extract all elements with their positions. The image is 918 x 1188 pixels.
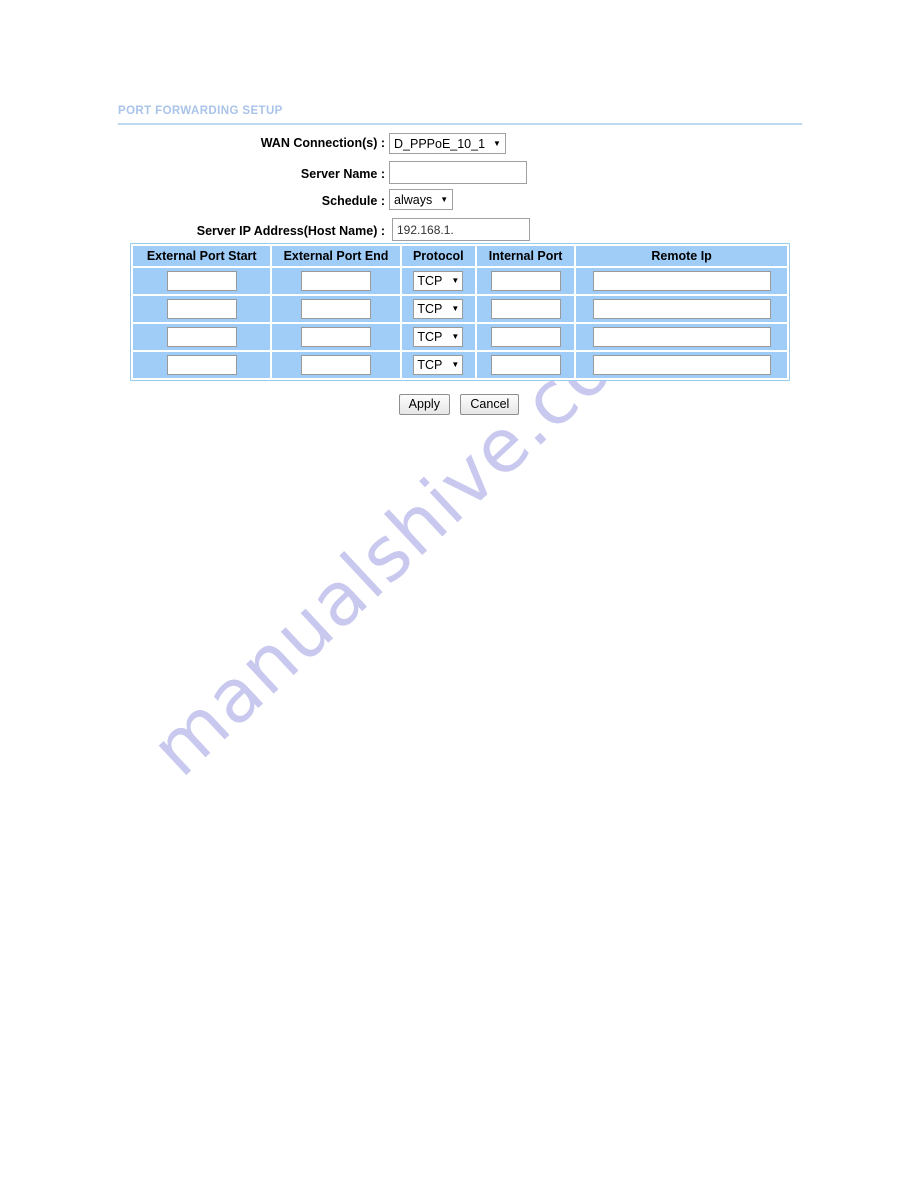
internal-port-input-4[interactable] [490, 355, 561, 375]
port-forwarding-page: PORT FORWARDING SETUP WAN Connection(s) … [0, 0, 918, 1188]
cell-remote-ip [576, 268, 787, 294]
cell-internal-port [477, 268, 575, 294]
internal-port-input-1[interactable] [490, 271, 561, 291]
cell-external-port-end [272, 296, 400, 322]
cell-external-port-start [133, 296, 271, 322]
cell-external-port-end [272, 324, 400, 350]
cell-protocol: TCP ▼ [401, 268, 476, 294]
cell-internal-port [477, 296, 575, 322]
external-port-start-input-3[interactable] [166, 327, 237, 347]
apply-button[interactable]: Apply [398, 394, 450, 415]
wan-connection-label: WAN Connection(s) : [260, 136, 385, 150]
table-row: TCP ▼ [133, 296, 787, 322]
form-row-server-name: Server Name : [0, 159, 918, 189]
column-header-remote-ip: Remote Ip [576, 246, 787, 266]
protocol-select-4[interactable]: TCP ▼ [413, 355, 464, 375]
remote-ip-input-3[interactable] [592, 327, 771, 347]
title-divider [118, 123, 802, 125]
page-title: PORT FORWARDING SETUP [118, 105, 283, 117]
internal-port-input-2[interactable] [490, 299, 561, 319]
chevron-down-icon: ▼ [493, 138, 501, 148]
server-name-control [389, 161, 527, 184]
form-row-server-ip: Server IP Address(Host Name) : [0, 216, 918, 246]
form-actions: Apply Cancel [0, 394, 918, 415]
external-port-end-input-4[interactable] [301, 355, 371, 375]
chevron-down-icon: ▼ [451, 332, 460, 341]
cell-internal-port [477, 324, 575, 350]
protocol-value-2: TCP [417, 302, 443, 316]
cell-external-port-start [133, 352, 271, 378]
chevron-down-icon: ▼ [440, 194, 449, 204]
form-row-schedule: Schedule : always ▼ [0, 189, 918, 216]
cell-external-port-end [272, 268, 400, 294]
server-name-input[interactable] [389, 161, 527, 184]
server-ip-control [392, 218, 530, 241]
schedule-value: always [394, 192, 433, 207]
cell-external-port-start [133, 324, 271, 350]
protocol-select-2[interactable]: TCP ▼ [413, 299, 464, 319]
column-header-external-port-end: External Port End [272, 246, 400, 266]
cell-remote-ip [576, 324, 787, 350]
external-port-end-input-3[interactable] [301, 327, 371, 347]
column-header-external-port-start: External Port Start [133, 246, 271, 266]
server-name-label: Server Name : [300, 167, 385, 181]
wan-connection-select[interactable]: D_PPPoE_10_1 ▼ [389, 133, 506, 154]
column-header-protocol: Protocol [401, 246, 476, 266]
cell-protocol: TCP ▼ [401, 296, 476, 322]
protocol-select-1[interactable]: TCP ▼ [413, 271, 464, 291]
schedule-control: always ▼ [389, 189, 454, 210]
external-port-end-input-2[interactable] [301, 299, 371, 319]
external-port-start-input-4[interactable] [166, 355, 237, 375]
cell-protocol: TCP ▼ [401, 352, 476, 378]
remote-ip-input-4[interactable] [592, 355, 771, 375]
external-port-start-input-2[interactable] [166, 299, 237, 319]
cell-internal-port [477, 352, 575, 378]
protocol-value-3: TCP [417, 330, 443, 344]
schedule-label: Schedule : [321, 194, 385, 208]
cell-external-port-start [133, 268, 271, 294]
protocol-value-4: TCP [417, 358, 443, 372]
port-forwarding-table: External Port Start External Port End Pr… [130, 243, 790, 381]
remote-ip-input-1[interactable] [592, 271, 771, 291]
cancel-button[interactable]: Cancel [460, 394, 520, 415]
remote-ip-input-2[interactable] [592, 299, 771, 319]
table-row: TCP ▼ [133, 324, 787, 350]
table-row: TCP ▼ [133, 352, 787, 378]
chevron-down-icon: ▼ [451, 360, 460, 369]
external-port-end-input-1[interactable] [301, 271, 371, 291]
chevron-down-icon: ▼ [451, 304, 460, 313]
column-header-internal-port: Internal Port [477, 246, 575, 266]
cell-external-port-end [272, 352, 400, 378]
cell-remote-ip [576, 296, 787, 322]
internal-port-input-3[interactable] [490, 327, 561, 347]
server-ip-label: Server IP Address(Host Name) : [196, 224, 385, 238]
server-ip-input[interactable] [392, 218, 530, 241]
protocol-select-3[interactable]: TCP ▼ [413, 327, 464, 347]
external-port-start-input-1[interactable] [166, 271, 237, 291]
schedule-select[interactable]: always ▼ [389, 189, 454, 210]
wan-connection-control: D_PPPoE_10_1 ▼ [389, 133, 506, 154]
table-header-row: External Port Start External Port End Pr… [133, 246, 787, 266]
chevron-down-icon: ▼ [451, 276, 460, 285]
protocol-value-1: TCP [417, 274, 443, 288]
form-row-wan-connection: WAN Connection(s) : D_PPPoE_10_1 ▼ [0, 133, 918, 159]
cell-remote-ip [576, 352, 787, 378]
cell-protocol: TCP ▼ [401, 324, 476, 350]
table-row: TCP ▼ [133, 268, 787, 294]
settings-form: WAN Connection(s) : D_PPPoE_10_1 ▼ Serve… [0, 133, 918, 246]
wan-connection-value: D_PPPoE_10_1 [394, 136, 486, 151]
